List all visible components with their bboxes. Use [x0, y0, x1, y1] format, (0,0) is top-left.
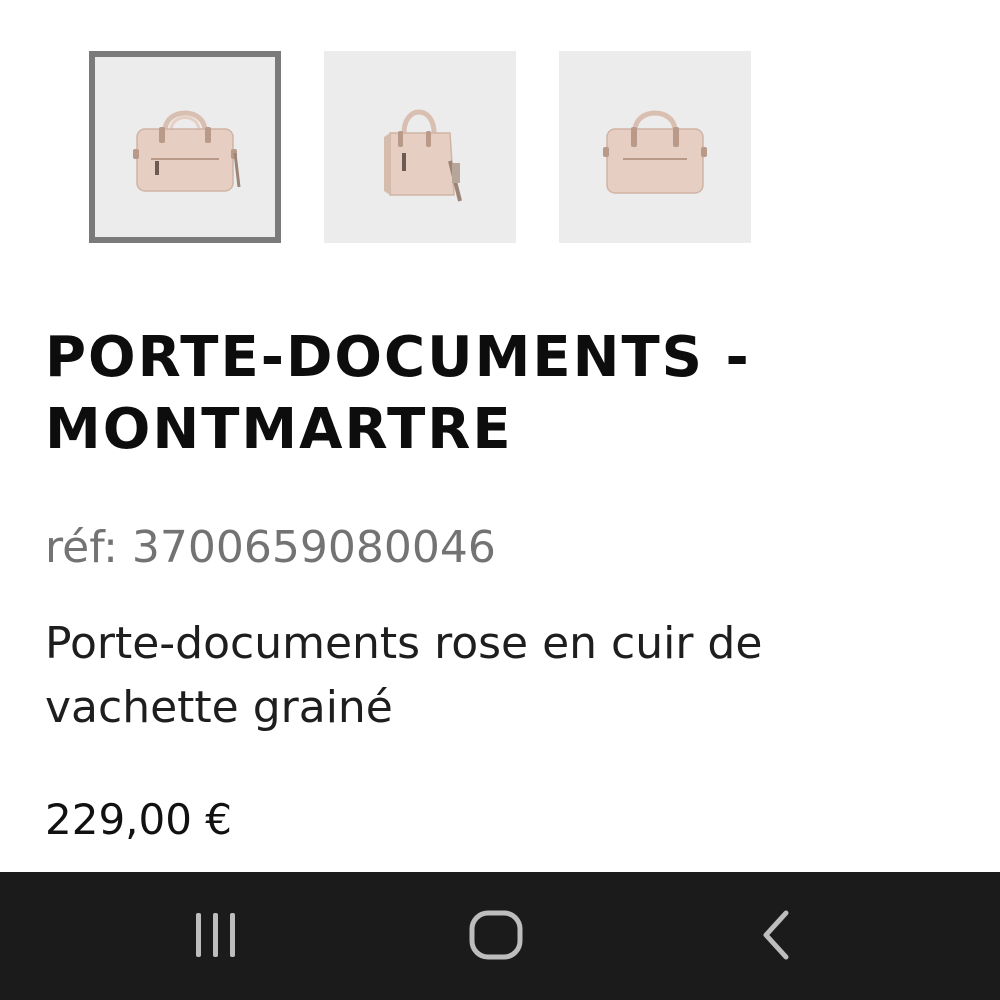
- briefcase-back-image: [603, 110, 707, 194]
- product-title: PORTE-DOCUMENTS - MONTMARTRE: [45, 325, 751, 462]
- thumbnail-side-view[interactable]: [324, 51, 516, 243]
- briefcase-side-image: [384, 109, 462, 202]
- back-button[interactable]: [728, 892, 824, 978]
- product-price: 229,00 €: [45, 795, 233, 844]
- home-button[interactable]: [448, 892, 544, 978]
- product-description: Porte-documents rose en cuir de vachette…: [45, 618, 763, 733]
- recent-apps-button[interactable]: [168, 892, 264, 978]
- recent-apps-icon: [196, 913, 235, 957]
- back-icon: [763, 910, 789, 960]
- briefcase-front-image: [133, 110, 241, 192]
- system-navigation-bar: [0, 872, 1000, 1000]
- product-reference: réf: 3700659080046: [45, 522, 496, 573]
- thumbnail-back-view[interactable]: [559, 51, 751, 243]
- home-icon: [469, 910, 523, 960]
- thumbnail-front-view[interactable]: [89, 51, 281, 243]
